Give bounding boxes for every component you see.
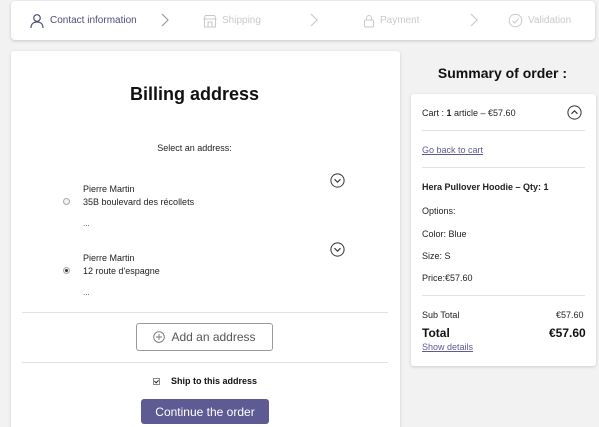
ship-to-address-label: Ship to this address [171, 376, 258, 386]
address-street: 35B boulevard des récollets [83, 197, 195, 207]
add-address-button[interactable]: Add an address [136, 323, 273, 351]
item-color: Color: Blue [422, 229, 467, 239]
lock-icon [363, 14, 375, 28]
total-label: Total [422, 326, 450, 340]
total-value: €57.60 [549, 326, 586, 340]
divider [22, 312, 388, 313]
chevron-up-circle-icon[interactable] [567, 105, 582, 125]
store-icon [203, 14, 217, 28]
page-title: Billing address [129, 84, 260, 104]
subtotal-label: Sub Total [422, 310, 460, 320]
step-label: Contact information [50, 15, 137, 26]
address-street: 12 route d'espagne [83, 266, 160, 276]
user-icon [29, 13, 45, 29]
chevron-right-icon [310, 13, 318, 32]
plus-circle-icon [153, 331, 166, 343]
step-label: Shipping [222, 15, 261, 26]
ship-to-address-row[interactable]: Ship to this address [153, 376, 257, 386]
address-1-block[interactable]: Pierre Martin 35B boulevard des récollet… [83, 183, 194, 209]
step-payment[interactable]: Payment [363, 1, 419, 40]
address-radio-1[interactable] [63, 198, 70, 205]
divider [422, 130, 585, 131]
show-details-link[interactable]: Show details [422, 342, 473, 352]
billing-panel [11, 51, 400, 427]
back-to-cart-link[interactable]: Go back to cart [422, 145, 483, 155]
continue-order-button[interactable]: Continue the order [141, 399, 269, 424]
checkout-stepper: Contact information Shipping Payment Val… [11, 1, 595, 40]
address-2-block[interactable]: Pierre Martin 12 route d'espagne [83, 252, 160, 278]
address-radio-2[interactable] [63, 267, 70, 274]
chevron-down-circle-icon[interactable] [330, 242, 345, 257]
step-label: Validation [528, 15, 572, 26]
step-contact-information[interactable]: Contact information [29, 1, 137, 40]
item-size: Size: S [422, 251, 451, 261]
item-price: Price:€57.60 [422, 273, 473, 283]
divider [422, 295, 585, 296]
summary-title: Summary of order : [437, 65, 568, 81]
cart-summary: Cart : 1 article – €57.60 [422, 108, 516, 118]
chevron-right-icon [470, 13, 478, 32]
divider [422, 167, 585, 168]
address-name: Pierre Martin [83, 253, 135, 263]
ship-to-address-checkbox[interactable] [153, 377, 160, 385]
chevron-right-icon [161, 13, 169, 32]
chevron-down-circle-icon[interactable] [330, 173, 345, 188]
divider [22, 362, 388, 363]
address-extra: ... [83, 219, 90, 228]
cart-suffix: article – €57.60 [451, 108, 516, 118]
step-label: Payment [380, 15, 420, 26]
subtotal-value: €57.60 [556, 310, 584, 320]
step-shipping[interactable]: Shipping [203, 1, 261, 40]
add-address-label: Add an address [171, 330, 256, 344]
address-name: Pierre Martin [83, 184, 135, 194]
address-extra: ... [83, 288, 90, 297]
item-title: Hera Pullover Hoodie – Qty: 1 [422, 182, 549, 192]
cart-prefix: Cart : [422, 108, 447, 118]
select-address-label: Select an address: [157, 143, 232, 153]
check-circle-icon [508, 13, 523, 28]
item-options-label: Options: [422, 206, 456, 216]
step-validation[interactable]: Validation [508, 1, 571, 40]
